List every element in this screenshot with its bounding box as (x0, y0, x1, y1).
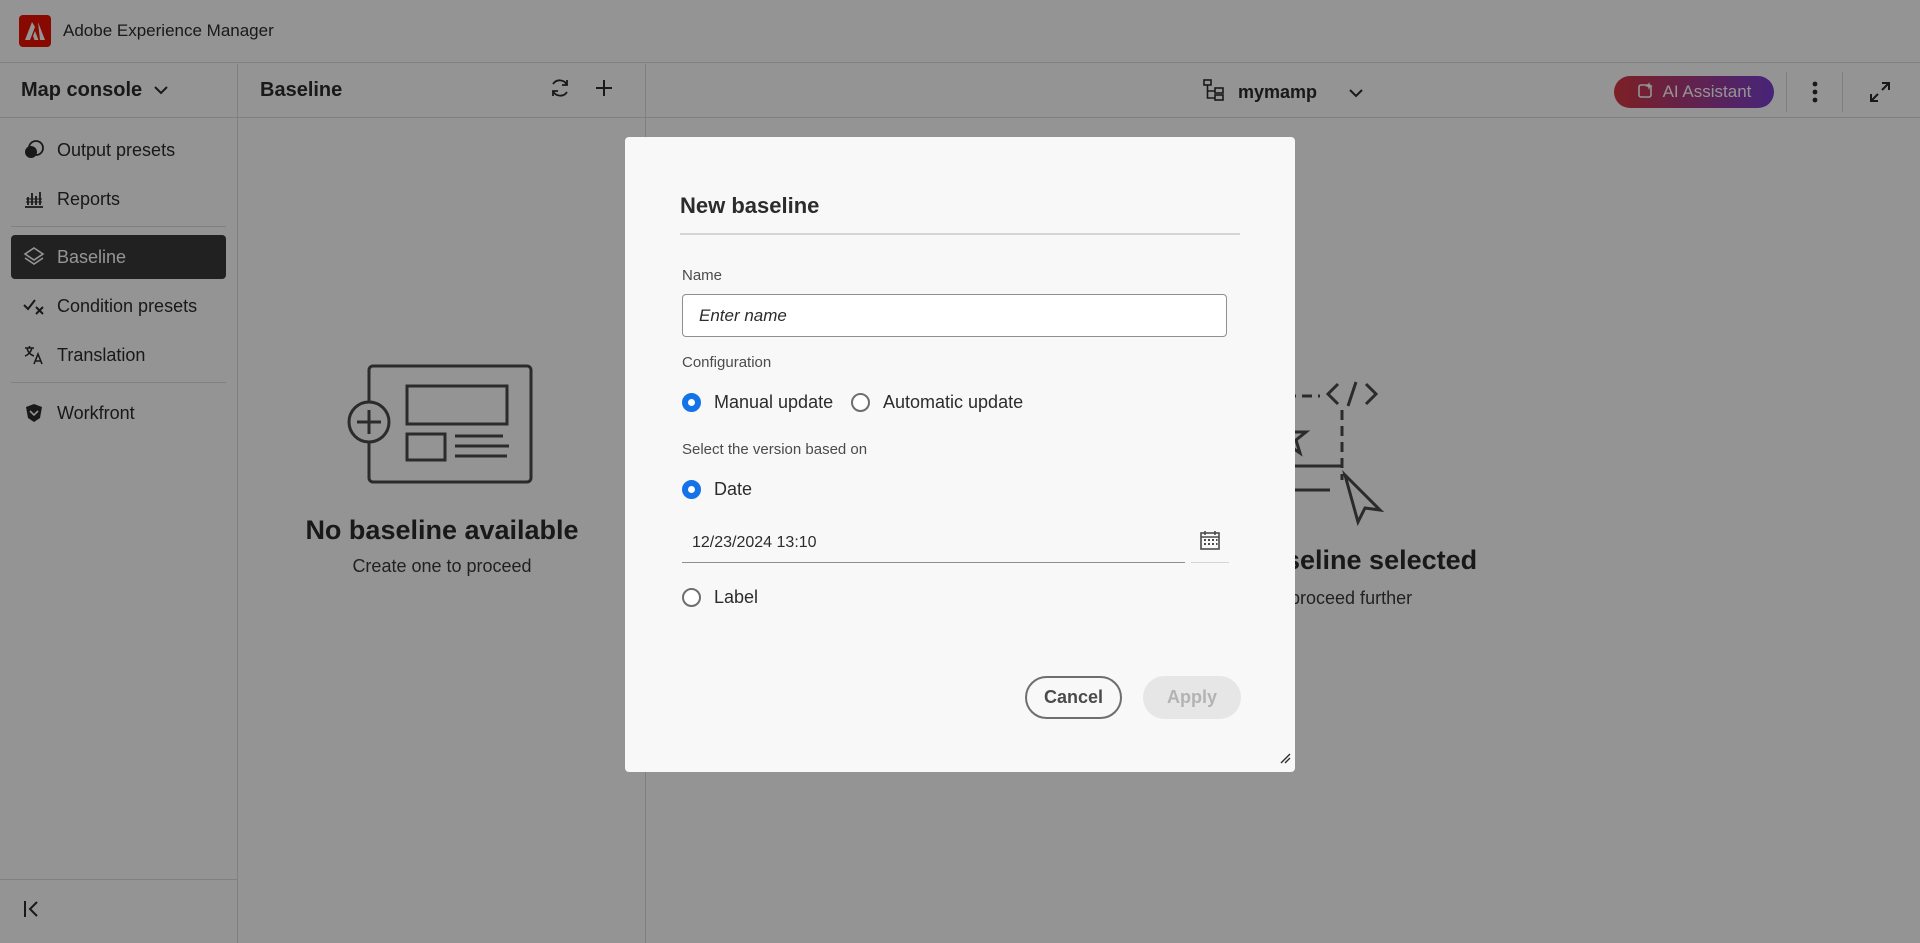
radio-unchecked-icon (682, 588, 701, 607)
radio-checked-icon (682, 393, 701, 412)
name-label: Name (682, 267, 723, 284)
new-baseline-dialog: New baseline Name Configuration Manual u… (625, 137, 1295, 772)
resize-handle-icon[interactable] (1279, 751, 1291, 769)
name-input[interactable] (682, 294, 1227, 337)
radio-unchecked-icon (851, 393, 870, 412)
radio-label: Automatic update (883, 392, 1024, 412)
version-basis-label: Select the version based on (682, 441, 868, 458)
calendar-icon (1199, 529, 1221, 556)
radio-label: Label (714, 587, 759, 607)
radio-checked-icon (682, 480, 701, 499)
dialog-divider (680, 233, 1240, 235)
cancel-button[interactable]: Cancel (1025, 676, 1122, 719)
configuration-label: Configuration (682, 354, 772, 371)
date-time-field[interactable]: 12/23/2024 13:10 (682, 523, 1185, 563)
manual-update-radio[interactable]: Manual update (682, 392, 833, 413)
calendar-button[interactable] (1191, 523, 1229, 563)
date-radio[interactable]: Date (682, 479, 752, 500)
apply-button[interactable]: Apply (1143, 676, 1241, 719)
automatic-update-radio[interactable]: Automatic update (851, 392, 1023, 413)
radio-label: Date (714, 479, 753, 499)
radio-label: Manual update (714, 392, 834, 412)
label-radio[interactable]: Label (682, 587, 758, 608)
date-value: 12/23/2024 13:10 (692, 533, 817, 551)
dialog-title: New baseline (680, 193, 820, 218)
